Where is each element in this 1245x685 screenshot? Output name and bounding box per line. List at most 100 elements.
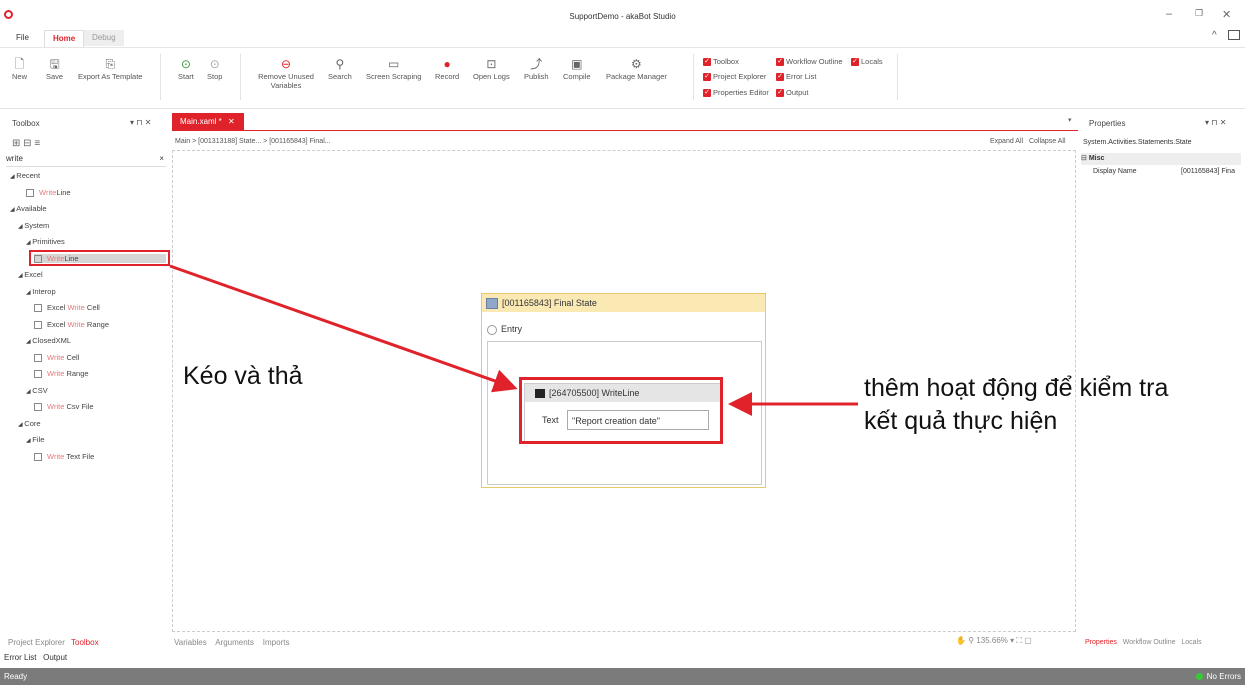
toolbox-search-input[interactable]: write × (6, 154, 166, 167)
misc-category[interactable]: ⊟ Misc (1081, 153, 1241, 165)
state-icon (486, 298, 498, 310)
compile-button[interactable]: ▣ Compile (563, 56, 591, 81)
zoom-controls: ✋ ⚲ 135.66% ▾ ⛶ ▢ (956, 636, 1032, 645)
display-name-label: Display Name (1093, 168, 1137, 175)
breadcrumb-item[interactable]: [001313188] State... (198, 138, 261, 145)
document-tab[interactable]: Main.xaml * ✕ (172, 113, 244, 130)
expand-all-link[interactable]: Expand All (990, 138, 1023, 145)
activity-icon (34, 320, 42, 329)
toolbox-pin-close-icon[interactable]: ▾ ⊓ ✕ (130, 118, 151, 127)
title-bar: SupportDemo - akaBot Studio – ❐ ✕ (0, 0, 1245, 28)
panel-layout-icon[interactable] (1228, 30, 1240, 40)
collapse-all-link[interactable]: Collapse All (1029, 138, 1066, 145)
clear-search-icon[interactable]: × (159, 154, 164, 163)
collapse-ribbon-icon[interactable]: ^ (1212, 30, 1217, 41)
tree-item[interactable]: Write Csv File (34, 402, 94, 412)
tree-group[interactable]: ◢ Primitives (26, 237, 65, 246)
search-button[interactable]: ⚲ Search (328, 56, 352, 81)
bottom-tabs: Error List Output (4, 653, 67, 662)
close-icon[interactable]: ✕ (1222, 8, 1231, 21)
tree-item[interactable]: Excel Write Cell (34, 303, 100, 313)
expand-collapse-icons[interactable]: ⊞ ⊟ ≡ (12, 138, 40, 149)
tree-group[interactable]: ◢ CSV (26, 386, 48, 395)
new-file-icon: 🗋 (14, 57, 25, 71)
tree-item[interactable]: Write Text File (34, 452, 94, 461)
properties-pin-close-icon[interactable]: ▾ ⊓ ✕ (1205, 118, 1226, 127)
tab-properties[interactable]: Properties (1085, 639, 1117, 646)
toolbox-panel: Toolbox ▾ ⊓ ✕ ⊞ ⊟ ≡ write × ◢ Recent Writ… (4, 113, 166, 633)
tab-project-explorer[interactable]: Project Explorer (8, 638, 65, 647)
zoom-level[interactable]: 135.66% (976, 636, 1008, 645)
tab-imports[interactable]: Imports (263, 638, 290, 647)
tab-locals[interactable]: Locals (1181, 639, 1201, 646)
screen-scraping-icon: ▭ (388, 57, 400, 71)
fit-screen-icon[interactable]: ⛶ (1016, 636, 1022, 645)
toggle-toolbox[interactable]: ✓ Toolbox (703, 57, 739, 67)
ribbon-separator (897, 54, 898, 100)
close-tab-icon[interactable]: ✕ (228, 117, 235, 126)
tab-variables[interactable]: Variables (174, 638, 207, 647)
overview-icon[interactable]: ▢ (1024, 636, 1032, 645)
package-manager-button[interactable]: ⚙ Package Manager (606, 56, 667, 81)
tab-error-list[interactable]: Error List (4, 653, 36, 662)
minimize-icon[interactable]: – (1166, 8, 1172, 20)
logs-icon: ⊡ (486, 57, 497, 71)
tab-workflow-outline[interactable]: Workflow Outline (1123, 639, 1176, 646)
start-button[interactable]: ⊙ Start (178, 56, 194, 81)
tab-toolbox[interactable]: Toolbox (71, 638, 99, 647)
ribbon-separator (240, 54, 241, 100)
remove-unused-variables-button[interactable]: ⊖ Remove Unused Variables (256, 56, 316, 90)
pan-icon[interactable]: ✋ (956, 636, 966, 645)
activity-icon (34, 452, 42, 461)
tree-group[interactable]: ◢ Available (10, 204, 47, 213)
add-annotation-line2: kết quả thực hiện (864, 407, 1058, 435)
play-icon: ⊙ (180, 57, 191, 71)
tree-item[interactable]: Write Range (34, 369, 89, 379)
tab-output[interactable]: Output (43, 653, 67, 662)
tree-item[interactable]: WriteLine (26, 188, 71, 197)
tree-group[interactable]: ◢ System (18, 221, 49, 230)
tree-group[interactable]: ◢ Interop (26, 287, 56, 296)
checkbox-checked-icon: ✓ (776, 89, 784, 98)
publish-button[interactable]: ⤴ Publish (524, 56, 549, 81)
toggle-properties-editor[interactable]: ✓ Properties Editor (703, 88, 769, 98)
activity-icon (34, 403, 42, 412)
tab-file[interactable]: File (8, 30, 37, 46)
breadcrumb-item[interactable]: Main (175, 138, 190, 145)
toggle-locals[interactable]: ✓ Locals (851, 57, 883, 67)
zoom-icon[interactable]: ⚲ (968, 636, 974, 645)
record-button[interactable]: ● Record (435, 56, 459, 81)
status-bar: Ready No Errors (0, 668, 1245, 685)
checkbox-checked-icon: ✓ (703, 58, 711, 67)
toggle-project-explorer[interactable]: ✓ Project Explorer (703, 72, 766, 82)
tab-arguments[interactable]: Arguments (215, 638, 254, 647)
tab-home[interactable]: Home (44, 30, 85, 47)
properties-title: Properties (1089, 119, 1126, 128)
breadcrumb-item[interactable]: [001165843] Final... (269, 138, 330, 145)
tree-group[interactable]: ◢ File (26, 435, 44, 444)
toggle-workflow-outline[interactable]: ✓ Workflow Outline (776, 57, 843, 67)
tree-group[interactable]: ◢ Excel (18, 270, 43, 279)
save-button[interactable]: 🖫 Save (46, 56, 63, 81)
tree-item[interactable]: Excel Write Range (34, 320, 109, 329)
activity-icon (34, 353, 42, 362)
screen-scraping-button[interactable]: ▭ Screen Scraping (366, 56, 421, 81)
entry-icon (487, 324, 497, 335)
checkbox-checked-icon: ✓ (851, 58, 859, 67)
tree-group[interactable]: ◢ Core (18, 419, 41, 428)
open-logs-button[interactable]: ⊡ Open Logs (473, 56, 510, 81)
tab-dropdown-icon[interactable]: ▾ (1068, 116, 1072, 124)
checkbox-checked-icon: ✓ (776, 58, 784, 67)
tree-item[interactable]: Write Cell (34, 353, 79, 362)
toggle-output[interactable]: ✓ Output (776, 88, 809, 98)
toggle-error-list[interactable]: ✓ Error List (776, 72, 816, 82)
stop-button[interactable]: ⊙ Stop (207, 56, 222, 81)
display-name-value[interactable]: [001165843] Fina (1181, 168, 1235, 175)
restore-icon[interactable]: ❐ (1195, 8, 1203, 19)
new-button[interactable]: 🗋 New (12, 56, 27, 81)
tab-debug[interactable]: Debug (84, 30, 124, 46)
export-as-template-button[interactable]: ⎘ Export As Template (78, 56, 142, 81)
tree-group[interactable]: ◢ ClosedXML (26, 336, 71, 345)
tree-group[interactable]: ◢ Recent (10, 171, 40, 180)
state-header[interactable]: [001165843] Final State (482, 294, 765, 312)
